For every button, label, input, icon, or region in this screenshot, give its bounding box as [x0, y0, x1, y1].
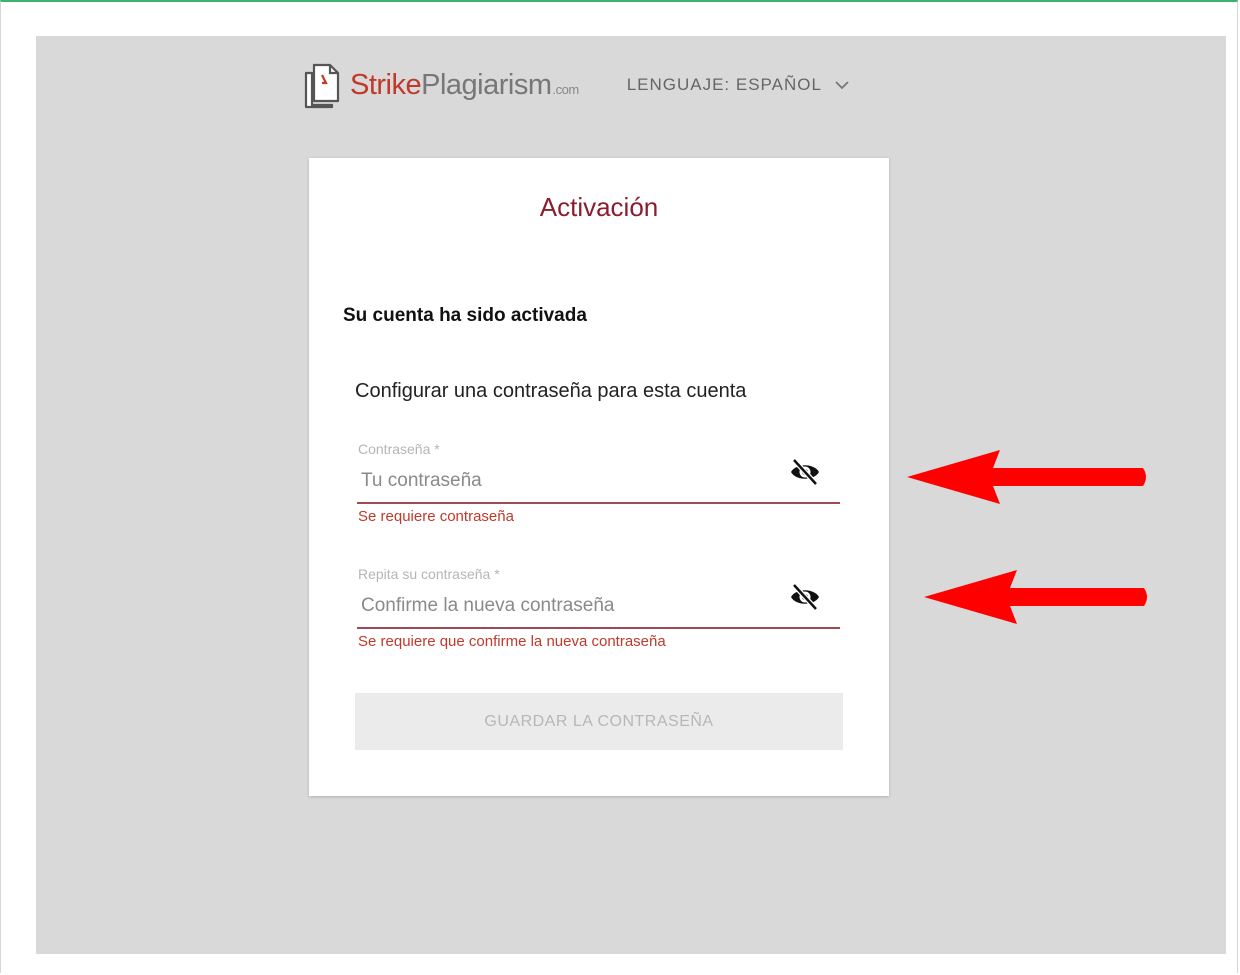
password-underline: [357, 502, 840, 504]
logo-text: StrikePlagiarism.com: [350, 69, 579, 102]
confirm-password-error: Se requiere que confirme la nueva contra…: [358, 633, 666, 650]
logo[interactable]: StrikePlagiarism.com: [302, 61, 579, 109]
document-icon: [304, 63, 340, 109]
chevron-down-icon: [835, 81, 849, 90]
eye-off-icon[interactable]: [788, 457, 822, 487]
header: StrikePlagiarism.com LENGUAJE: ESPAÑOL: [302, 60, 850, 110]
eye-off-icon[interactable]: [788, 582, 822, 612]
save-password-button[interactable]: GUARDAR LA CONTRASEÑA: [355, 693, 843, 750]
confirm-password-label: Repita su contraseña *: [358, 566, 500, 582]
language-label: LENGUAJE: ESPAÑOL: [626, 75, 822, 94]
password-input[interactable]: [361, 470, 761, 492]
logo-strike: Strike: [350, 68, 422, 101]
logo-plagiarism: Plagiarism: [421, 68, 552, 101]
activated-message: Su cuenta ha sido activada: [343, 305, 587, 326]
arrow-left-icon: [924, 570, 1147, 624]
password-label: Contraseña *: [358, 441, 440, 457]
confirm-password-input[interactable]: [361, 595, 761, 617]
card-title: Activación: [539, 192, 659, 222]
logo-com: .com: [552, 81, 580, 97]
arrow-left-icon: [907, 450, 1146, 504]
confirm-password-underline: [357, 627, 840, 629]
configure-message: Configurar una contraseña para esta cuen…: [355, 380, 747, 402]
password-error: Se requiere contraseña: [358, 508, 514, 525]
language-selector[interactable]: LENGUAJE: ESPAÑOL: [627, 75, 850, 95]
